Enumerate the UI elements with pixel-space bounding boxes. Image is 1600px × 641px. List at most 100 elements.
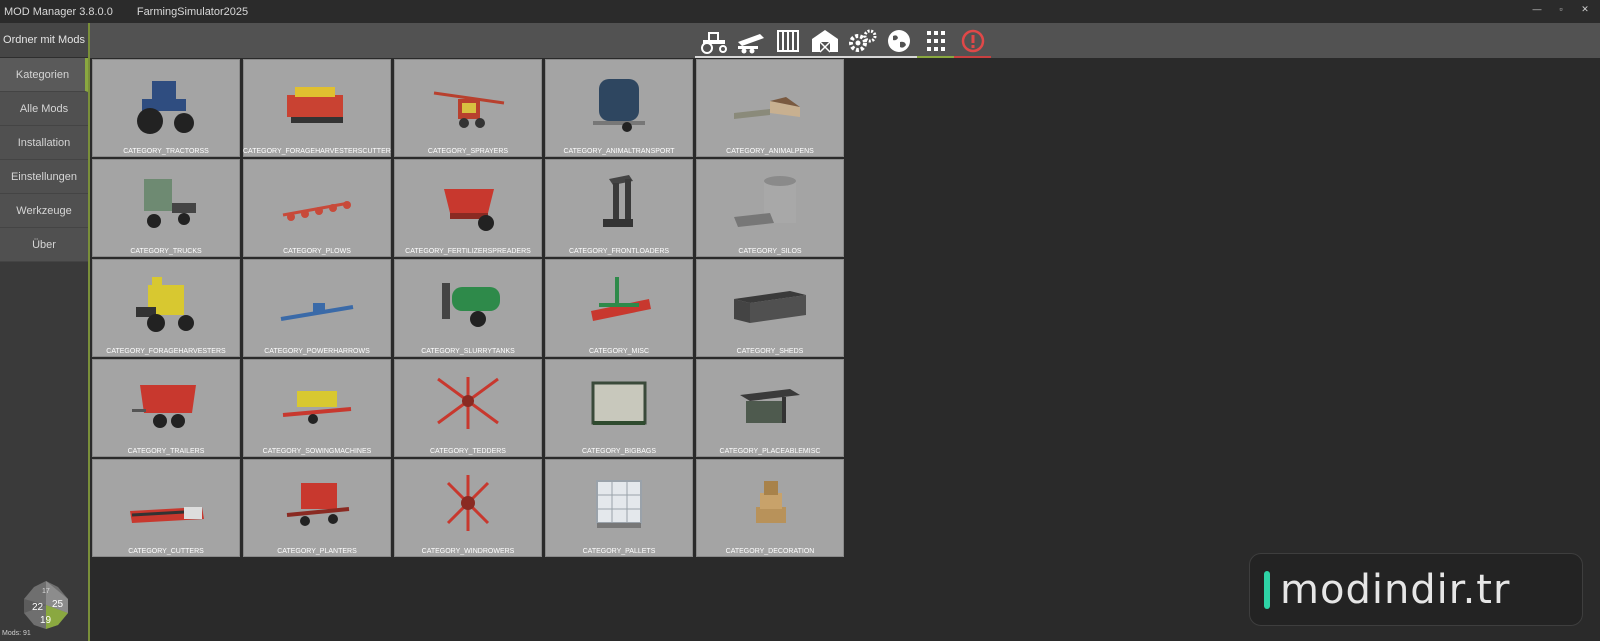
category-tile-forageharvesterscutters[interactable]: CATEGORY_FORAGEHARVESTERSCUTTERS: [243, 59, 391, 157]
category-tile-trucks[interactable]: CATEGORY_TRUCKS: [92, 159, 240, 257]
decoration-icon: [756, 481, 786, 523]
sowing-machine-icon: [282, 391, 352, 424]
logo-number-22: 22: [32, 602, 44, 613]
tool-pallets[interactable]: [769, 26, 806, 58]
top-bar: [90, 23, 1600, 58]
category-label: CATEGORY_MISC: [588, 348, 650, 355]
tool-maps[interactable]: [880, 26, 917, 58]
category-tile-sprayers[interactable]: CATEGORY_SPRAYERS: [394, 59, 542, 157]
sidebar-item-ueber[interactable]: Über: [0, 228, 88, 262]
category-toolbar: [695, 26, 991, 58]
category-tile-slurrytanks[interactable]: CATEGORY_SLURRYTANKS: [394, 259, 542, 357]
category-tile-frontloaders[interactable]: CATEGORY_FRONTLOADERS: [545, 159, 693, 257]
watermark-accent-bar: [1264, 570, 1270, 609]
logo-number-17: 17: [42, 588, 50, 595]
category-tile-sheds[interactable]: CATEGORY_SHEDS: [696, 259, 844, 357]
tractor-icon: [700, 32, 727, 54]
category-tile-animaltransport[interactable]: CATEGORY_ANIMALTRANSPORT: [545, 59, 693, 157]
app-title: MOD Manager 3.8.0.0: [4, 5, 113, 18]
category-label: CATEGORY_SILOS: [738, 248, 802, 255]
sidebar-item-einstellungen[interactable]: Einstellungen: [0, 160, 88, 194]
category-label: CATEGORY_DECORATION: [725, 548, 815, 555]
game-title: FarmingSimulator2025: [136, 5, 249, 18]
tool-conflicts[interactable]: [954, 26, 991, 58]
category-tile-decoration[interactable]: CATEGORY_DECORATION: [696, 459, 844, 557]
category-label: CATEGORY_TRUCKS: [130, 248, 202, 255]
minimize-icon[interactable]: —: [1532, 4, 1542, 15]
sidebar-item-kategorien[interactable]: Kategorien: [0, 58, 88, 92]
sidebar-item-installation[interactable]: Installation: [0, 126, 88, 160]
category-tile-planters[interactable]: CATEGORY_PLANTERS: [243, 459, 391, 557]
fs-version-logo-icon: 22 25 19 17: [24, 581, 68, 629]
category-tile-animalpens[interactable]: CATEGORY_ANIMALPENS: [696, 59, 844, 157]
animal-pen-icon: [734, 97, 800, 119]
category-tile-pallets[interactable]: CATEGORY_PALLETS: [545, 459, 693, 557]
category-tile-tedders[interactable]: CATEGORY_TEDDERS: [394, 359, 542, 457]
category-tile-silos[interactable]: CATEGORY_SILOS: [696, 159, 844, 257]
tool-settings[interactable]: [843, 26, 880, 58]
forage-harvester-icon: [136, 277, 194, 332]
category-label: CATEGORY_BIGBAGS: [581, 448, 657, 455]
sidebar-item-alle-mods[interactable]: Alle Mods: [0, 92, 88, 126]
category-label: CATEGORY_TRAILERS: [127, 448, 205, 455]
category-tile-cutters[interactable]: CATEGORY_CUTTERS: [92, 459, 240, 557]
category-label: CATEGORY_SOWINGMACHINES: [262, 448, 372, 455]
silo-icon: [734, 176, 796, 227]
slurry-tank-icon: [442, 283, 500, 327]
tool-trailers[interactable]: [732, 26, 769, 58]
category-label: CATEGORY_SLURRYTANKS: [421, 348, 515, 355]
maximize-icon[interactable]: ▫: [1556, 4, 1566, 15]
category-tile-fertilizerspreaders[interactable]: CATEGORY_FERTILIZERSPREADERS: [394, 159, 542, 257]
category-tile-misc[interactable]: CATEGORY_MISC: [545, 259, 693, 357]
category-label: CATEGORY_CUTTERS: [128, 548, 204, 555]
animal-trailer-icon: [593, 79, 645, 132]
sidebar-divider: [88, 23, 90, 641]
sidebar-item-werkzeuge[interactable]: Werkzeuge: [0, 194, 88, 228]
misc-implement-icon: [591, 277, 651, 321]
tool-all-categories[interactable]: [917, 26, 954, 58]
grid-icon: [926, 31, 945, 51]
category-label: CATEGORY_FRONTLOADERS: [568, 248, 670, 255]
title-bar: MOD Manager 3.8.0.0 FarmingSimulator2025…: [0, 0, 1600, 23]
windrower-icon: [446, 475, 490, 531]
tool-tractors[interactable]: [695, 26, 732, 58]
tool-placeables[interactable]: [806, 26, 843, 58]
category-label: CATEGORY_FORAGEHARVESTERS: [106, 348, 226, 355]
plow-icon: [282, 201, 351, 221]
category-label: CATEGORY_ANIMALPENS: [726, 148, 814, 155]
bigbag-icon: [591, 381, 647, 425]
barn-icon: [811, 30, 838, 53]
category-tile-trailers[interactable]: CATEGORY_TRAILERS: [92, 359, 240, 457]
category-tile-placeablemisc[interactable]: CATEGORY_PLACEABLEMISC: [696, 359, 844, 457]
tedder-icon: [437, 377, 499, 429]
forage-cutter-icon: [287, 87, 343, 123]
globe-icon: [887, 30, 910, 52]
category-tile-bigbags[interactable]: CATEGORY_BIGBAGS: [545, 359, 693, 457]
category-label: CATEGORY_FERTILIZERSPREADERS: [405, 248, 531, 255]
mod-folder-button[interactable]: Ordner mit Mods: [0, 23, 88, 58]
category-grid: CATEGORY_TRACTORSS CATEGORY_FORAGEHARVES…: [92, 59, 844, 557]
category-label: CATEGORY_FORAGEHARVESTERSCUTTERS: [243, 148, 391, 155]
shed-icon: [734, 291, 806, 323]
category-label: CATEGORY_TEDDERS: [430, 448, 506, 455]
logo-number-19: 19: [40, 615, 52, 626]
category-label: CATEGORY_PLACEABLEMISC: [719, 448, 821, 455]
planter-icon: [286, 483, 350, 526]
category-tile-forageharvesters[interactable]: CATEGORY_FORAGEHARVESTERS: [92, 259, 240, 357]
category-label: CATEGORY_PLOWS: [283, 248, 351, 255]
category-label: CATEGORY_ANIMALTRANSPORT: [563, 148, 675, 155]
spreader-icon: [444, 189, 494, 231]
gears-icon: [848, 29, 876, 52]
placeable-misc-icon: [740, 389, 800, 423]
trailer-icon: [737, 34, 764, 54]
category-label: CATEGORY_WINDROWERS: [421, 548, 515, 555]
sprayer-icon: [433, 91, 505, 128]
category-label: CATEGORY_SHEDS: [736, 348, 804, 355]
category-tile-tractors[interactable]: CATEGORY_TRACTORSS: [92, 59, 240, 157]
category-tile-plows[interactable]: CATEGORY_PLOWS: [243, 159, 391, 257]
category-tile-powerharrows[interactable]: CATEGORY_POWERHARROWS: [243, 259, 391, 357]
category-tile-sowingmachines[interactable]: CATEGORY_SOWINGMACHINES: [243, 359, 391, 457]
category-tile-windrowers[interactable]: CATEGORY_WINDROWERS: [394, 459, 542, 557]
close-icon[interactable]: ✕: [1580, 4, 1590, 15]
watermark-badge: modindir.tr: [1249, 553, 1583, 626]
